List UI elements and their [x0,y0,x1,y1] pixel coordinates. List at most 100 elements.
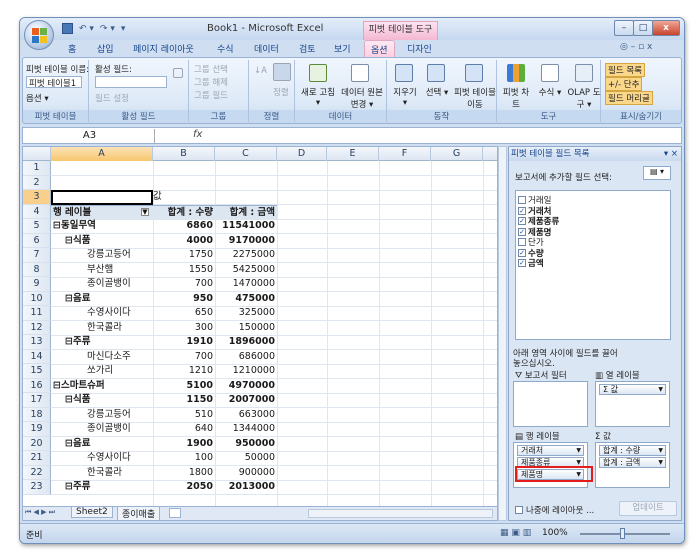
undo-icon[interactable]: ↶ ▾ [79,24,94,34]
checked-checkbox-icon[interactable]: ✓ [518,227,526,236]
defer-update-checkbox[interactable]: 나중에 레이아웃 ... [515,504,594,516]
insert-sheet-icon[interactable] [169,508,181,518]
cell-b7[interactable]: 1750 [153,248,215,263]
row-header[interactable]: 7 [23,248,51,263]
field-list-button[interactable]: 필드 목록 [605,63,645,77]
column-header-c[interactable]: C [215,147,277,161]
cell-b10[interactable]: 950 [153,292,215,307]
cell-c14[interactable]: 686000 [215,350,277,365]
cell-c3[interactable] [215,190,277,205]
refresh-icon[interactable] [309,64,327,82]
dropdown-icon[interactable]: ▼ [658,385,663,394]
row-header[interactable]: 15 [23,364,51,379]
cell-b13[interactable]: 1910 [153,335,215,350]
zoom-thumb[interactable] [620,528,625,539]
cell-c23[interactable]: 2013000 [215,480,277,495]
row-header[interactable]: 3 [23,190,51,205]
cell-a15[interactable]: 쏘가리 [51,364,153,379]
row-header[interactable]: 1 [23,161,51,176]
row-header[interactable]: 13 [23,335,51,350]
unchecked-checkbox-icon[interactable] [518,238,526,246]
tab-home[interactable]: 홈 [68,42,76,55]
save-icon[interactable] [62,23,73,34]
cell-b8[interactable]: 1550 [153,263,215,278]
worksheet[interactable]: A B C D E F G 123값4행 레이블 ▼ 합계 : 수량 합계 : 금액 5… [22,146,498,521]
cell-a19[interactable]: 종이골뱅이 [51,422,153,437]
row-header[interactable]: 2 [23,175,51,190]
cell-b15[interactable]: 1210 [153,364,215,379]
cell-a18[interactable]: 강릉고등어 [51,408,153,423]
tab-page-layout[interactable]: 페이지 레이아웃 [133,42,194,55]
row-header[interactable]: 20 [23,436,51,451]
active-field-input[interactable] [95,76,167,88]
ungroup-button[interactable]: 그룹 해제 [194,76,228,88]
filter-dropdown-icon[interactable]: ▼ [141,207,149,216]
row-header[interactable]: 12 [23,320,51,335]
redo-icon[interactable]: ↷ ▾ [100,24,115,34]
field-item[interactable]: ✓ 금액 [518,257,544,269]
cell-a10[interactable]: ⊟음료 [51,292,153,307]
zone-item-sum-qty[interactable]: 합계 : 수량 ▼ [599,445,666,456]
cell-b11[interactable]: 650 [153,306,215,321]
row-header[interactable]: 8 [23,262,51,277]
horizontal-scrollbar[interactable] [308,509,493,518]
olap-tools-button[interactable]: OLAP 도구 ▾ [567,86,601,110]
cell-a20[interactable]: ⊟음료 [51,437,153,452]
cell-c2[interactable] [215,176,277,191]
cell-b14[interactable]: 700 [153,350,215,365]
cell-a9[interactable]: 종이골뱅이 [51,277,153,292]
sort-dialog-icon[interactable] [273,63,291,81]
sort-az-icon[interactable]: ↓A [254,66,267,76]
cell-b20[interactable]: 1900 [153,437,215,452]
pivot-chart-icon[interactable] [507,64,525,82]
checked-checkbox-icon[interactable]: ✓ [518,259,526,267]
cell-c5[interactable]: 11541000 [215,219,277,234]
plus-minus-button[interactable]: +/- 단추 [605,77,643,91]
select-icon[interactable] [427,64,445,82]
qat-customize-icon[interactable]: ▾ [121,24,126,34]
expand-field-icon[interactable] [173,68,183,78]
row-header[interactable]: 11 [23,306,51,321]
cell-b2[interactable] [153,176,215,191]
cell-b12[interactable]: 300 [153,321,215,336]
select-all-corner[interactable] [23,147,51,161]
tab-view[interactable]: 보기 [334,42,351,55]
cell-a12[interactable]: 한국콜라 [51,321,153,336]
clear-button[interactable]: 지우기 ▾ [390,86,420,108]
cell-c7[interactable]: 2275000 [215,248,277,263]
row-header[interactable]: 5 [23,219,51,234]
pane-layout-icon[interactable]: ▤ ▾ [643,166,671,180]
column-header-g[interactable]: G [431,147,483,161]
change-datasource-button[interactable]: 데이터 원본 변경 ▾ [337,86,387,110]
row-header[interactable]: 23 [23,480,51,495]
cell-b22[interactable]: 1800 [153,466,215,481]
view-buttons[interactable]: ▦ ▣ ▥ [500,528,531,538]
cell-c8[interactable]: 5425000 [215,263,277,278]
formula-input[interactable] [213,129,673,142]
tab-review[interactable]: 검토 [299,42,316,55]
refresh-button[interactable]: 새로 고침 ▾ [299,86,337,108]
row-header[interactable]: 19 [23,422,51,437]
move-pivot-button[interactable]: 피벗 테이블 이동 [453,86,497,110]
cell-a22[interactable]: 한국콜라 [51,466,153,481]
dropdown-icon[interactable]: ▼ [658,446,663,455]
field-header-button[interactable]: 필드 머리글 [605,91,653,105]
cell-a11[interactable]: 수영사이다 [51,306,153,321]
options-button[interactable]: 옵션 ▾ [26,92,49,104]
report-filter-zone[interactable] [513,381,588,427]
cell-b18[interactable]: 510 [153,408,215,423]
cell-c15[interactable]: 1210000 [215,364,277,379]
cell-b4[interactable]: 합계 : 수량 [153,204,215,219]
checked-checkbox-icon[interactable]: ✓ [518,206,526,215]
row-header[interactable]: 14 [23,349,51,364]
cell-b17[interactable]: 1150 [153,393,215,408]
column-header-f[interactable]: F [379,147,431,161]
cell-c13[interactable]: 1896000 [215,335,277,350]
cell-a23[interactable]: ⊟주류 [51,480,153,495]
cell-a1[interactable] [51,161,153,176]
pivot-chart-button[interactable]: 피벗 차트 [501,86,531,110]
sheet-tab-paper-sales[interactable]: 종이매출 [117,507,161,520]
zoom-slider[interactable] [580,533,670,535]
cell-c6[interactable]: 9170000 [215,234,277,249]
row-labels-zone[interactable]: 거래처 ▼ 제품종류 ▼ 제품명 ▼ [513,442,593,488]
